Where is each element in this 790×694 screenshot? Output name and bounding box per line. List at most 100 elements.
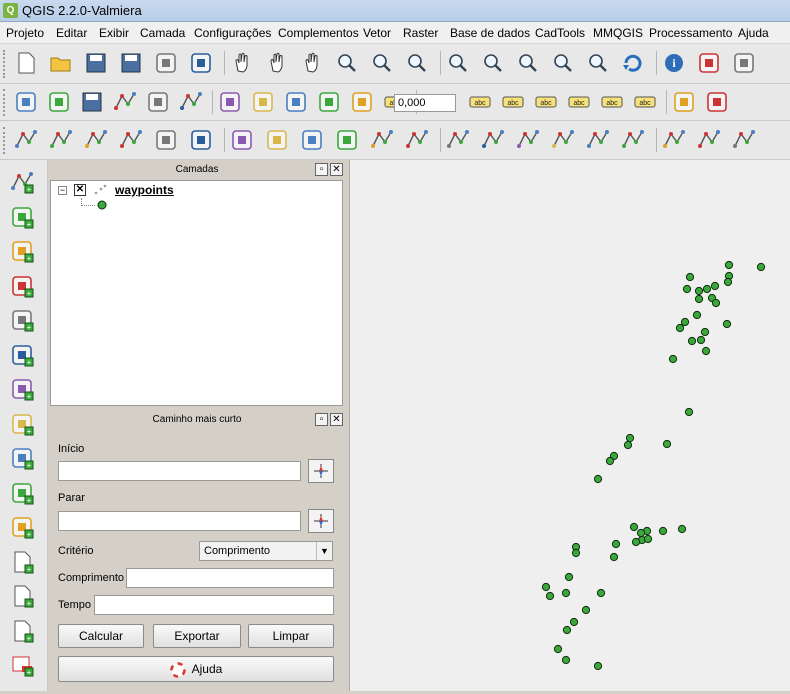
- open-project-icon[interactable]: [47, 49, 75, 77]
- save-as-icon[interactable]: [117, 49, 145, 77]
- menu-complementos[interactable]: Complementos: [278, 26, 359, 40]
- digitize-3-icon[interactable]: [444, 126, 472, 154]
- add-mssql-icon[interactable]: [263, 126, 291, 154]
- collapse-icon[interactable]: −: [58, 186, 67, 195]
- digitize-5-icon[interactable]: [514, 126, 542, 154]
- label-show-hide-icon[interactable]: abc: [466, 88, 494, 116]
- move-feature-icon[interactable]: [144, 88, 172, 116]
- identify-icon[interactable]: i: [660, 49, 688, 77]
- add-spatialite-layer-icon[interactable]: +: [8, 272, 36, 300]
- remove-layer-icon[interactable]: +: [8, 651, 36, 679]
- save-project-icon[interactable]: [82, 49, 110, 77]
- add-wfs-layer-icon[interactable]: +: [8, 479, 36, 507]
- zoom-last-icon[interactable]: [549, 49, 577, 77]
- add-gps-layer-icon[interactable]: +: [8, 513, 36, 541]
- composer-manager-icon[interactable]: [187, 49, 215, 77]
- toolbar-grip[interactable]: [3, 127, 7, 154]
- pick-stop-point-button[interactable]: [308, 509, 334, 533]
- refresh-icon[interactable]: [619, 49, 647, 77]
- clear-button[interactable]: Limpar: [248, 624, 334, 648]
- map-canvas[interactable]: [349, 160, 790, 691]
- toolbar-grip[interactable]: [3, 50, 7, 78]
- pan-to-selection-icon[interactable]: [298, 49, 326, 77]
- add-delimited-text-icon[interactable]: +: [8, 410, 36, 438]
- add-feature-icon[interactable]: [111, 88, 139, 116]
- digitize-8-icon[interactable]: [619, 126, 647, 154]
- current-edits-icon[interactable]: [12, 88, 40, 116]
- add-oracle-layer-icon[interactable]: +: [8, 341, 36, 369]
- pick-start-point-button[interactable]: [308, 459, 334, 483]
- rotate-symbols-icon[interactable]: [348, 88, 376, 116]
- chart-icon[interactable]: [703, 88, 731, 116]
- measure-icon[interactable]: [670, 88, 698, 116]
- zoom-to-selection-icon[interactable]: [479, 49, 507, 77]
- new-print-composer-icon[interactable]: [152, 49, 180, 77]
- digitize-7-icon[interactable]: [584, 126, 612, 154]
- label-move-icon[interactable]: abc: [499, 88, 527, 116]
- paste-features-icon[interactable]: [315, 88, 343, 116]
- menu-mmqgis[interactable]: MMQGIS: [593, 26, 643, 40]
- digitize-10-icon[interactable]: [695, 126, 723, 154]
- new-shapefile-icon[interactable]: +: [8, 548, 36, 576]
- rotation-input[interactable]: 0,000: [394, 94, 456, 112]
- add-raster-layer-icon[interactable]: +: [8, 203, 36, 231]
- new-gpx-icon[interactable]: +: [8, 617, 36, 645]
- menu-configuracoes[interactable]: Configurações: [194, 26, 271, 40]
- digitize-11-icon[interactable]: [730, 126, 758, 154]
- add-raster-layer-icon[interactable]: [152, 126, 180, 154]
- menu-processamento[interactable]: Processamento: [649, 26, 732, 40]
- digitize-1-icon[interactable]: [368, 126, 396, 154]
- add-postgis-icon[interactable]: [187, 126, 215, 154]
- float-panel-icon[interactable]: ▫: [315, 163, 328, 176]
- digitize-4-icon[interactable]: [479, 126, 507, 154]
- menu-editar[interactable]: Editar: [56, 26, 87, 40]
- select-features-icon[interactable]: [730, 49, 758, 77]
- add-vector-layer-icon[interactable]: [117, 126, 145, 154]
- zoom-actual-size-icon[interactable]: [403, 49, 431, 77]
- close-panel-icon[interactable]: ✕: [330, 163, 343, 176]
- float-panel-icon[interactable]: ▫: [315, 413, 328, 426]
- digitize-2-icon[interactable]: [403, 126, 431, 154]
- add-wms-layer-icon[interactable]: +: [8, 375, 36, 403]
- zoom-in-icon[interactable]: [333, 49, 361, 77]
- add-oracle-icon[interactable]: [298, 126, 326, 154]
- toolbar-grip[interactable]: [3, 89, 7, 116]
- criterion-select[interactable]: Comprimento ▼: [199, 541, 333, 561]
- add-vector-layer-icon[interactable]: +: [8, 168, 36, 196]
- vector-layer-c-icon[interactable]: [82, 126, 110, 154]
- layer-name-waypoints[interactable]: waypoints: [115, 183, 174, 197]
- pan-icon[interactable]: [263, 49, 291, 77]
- save-layer-edits-icon[interactable]: [78, 88, 106, 116]
- run-action-icon[interactable]: [695, 49, 723, 77]
- add-wms-icon[interactable]: [333, 126, 361, 154]
- length-field[interactable]: [126, 568, 334, 588]
- menu-camada[interactable]: Camada: [140, 26, 185, 40]
- copy-features-icon[interactable]: [282, 88, 310, 116]
- add-spatialite-icon[interactable]: [228, 126, 256, 154]
- menu-projeto[interactable]: Projeto: [6, 26, 44, 40]
- new-project-icon[interactable]: [12, 49, 40, 77]
- digitize-9-icon[interactable]: [660, 126, 688, 154]
- start-point-field[interactable]: [58, 461, 301, 481]
- close-panel-icon[interactable]: ✕: [330, 413, 343, 426]
- digitize-6-icon[interactable]: [549, 126, 577, 154]
- node-tool-icon[interactable]: [177, 88, 205, 116]
- layer-visibility-checkbox[interactable]: ✕: [74, 184, 86, 196]
- calculate-button[interactable]: Calcular: [58, 624, 144, 648]
- menu-exibir[interactable]: Exibir: [99, 26, 129, 40]
- menu-cadtools[interactable]: CadTools: [535, 26, 585, 40]
- zoom-full-icon[interactable]: [444, 49, 472, 77]
- vector-layer-b-icon[interactable]: [47, 126, 75, 154]
- touch-icon[interactable]: [228, 49, 256, 77]
- label-change-icon[interactable]: abc: [565, 88, 593, 116]
- zoom-to-layer-icon[interactable]: [514, 49, 542, 77]
- delete-selected-icon[interactable]: [216, 88, 244, 116]
- menu-ajuda[interactable]: Ajuda: [738, 26, 769, 40]
- label-icon[interactable]: abc: [631, 88, 659, 116]
- add-postgis-layer-icon[interactable]: +: [8, 237, 36, 265]
- stop-point-field[interactable]: [58, 511, 301, 531]
- help-button[interactable]: Ajuda: [58, 656, 334, 682]
- add-mssql-layer-icon[interactable]: +: [8, 306, 36, 334]
- label-bg-icon[interactable]: abc: [598, 88, 626, 116]
- vector-layer-a-icon[interactable]: [12, 126, 40, 154]
